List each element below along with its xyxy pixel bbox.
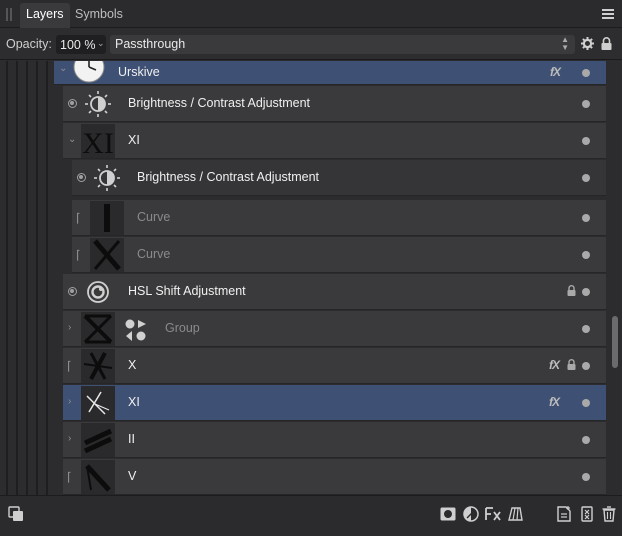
lock-icon[interactable] <box>567 359 576 370</box>
layers-list[interactable]: ⌄ Urskive fX Brightness / Contrast Adjus… <box>0 61 622 495</box>
chevron-down-icon[interactable]: ⌄ <box>97 38 105 49</box>
chevron-down-icon[interactable]: ⌄ <box>68 134 76 145</box>
bottom-toolbar <box>0 495 622 536</box>
visibility-dot[interactable] <box>582 473 590 481</box>
layer-name: II <box>128 432 135 446</box>
visibility-dot[interactable] <box>582 288 590 296</box>
adjustment-mini-icon <box>77 173 86 182</box>
visibility-dot[interactable] <box>582 214 590 222</box>
layer-row-ii[interactable]: › II <box>63 422 606 458</box>
layer-name: X <box>128 358 137 372</box>
opacity-value: 100 % <box>60 38 96 52</box>
fx-icon[interactable]: fX <box>549 358 560 372</box>
opacity-input[interactable]: 100 % ⌄ <box>56 35 106 54</box>
visibility-dot[interactable] <box>582 436 590 444</box>
chevron-right-icon[interactable]: › <box>68 396 71 407</box>
layer-thumbnail <box>81 423 115 457</box>
lock-icon[interactable] <box>601 37 612 50</box>
group-icon <box>119 312 153 346</box>
visibility-dot[interactable] <box>582 251 590 259</box>
hierarchy-stripe <box>16 61 18 495</box>
visibility-dot[interactable] <box>582 325 590 333</box>
up-down-arrows-icon: ▲ ▼ <box>561 35 569 52</box>
layer-name: Brightness / Contrast Adjustment <box>137 170 320 184</box>
assets-icon[interactable] <box>8 506 24 522</box>
layer-row-brightness-contrast-child[interactable]: Brightness / Contrast Adjustment <box>72 160 606 196</box>
curve-mini-icon: ⌈ <box>67 470 72 484</box>
layer-row-xi-selected[interactable]: › XI fX <box>63 385 606 421</box>
layer-thumbnail <box>72 61 106 84</box>
layer-thumbnail <box>90 238 124 272</box>
layer-thumbnail <box>81 460 115 494</box>
layer-thumbnail <box>81 312 115 346</box>
visibility-dot[interactable] <box>582 100 590 108</box>
adjustment-icon[interactable] <box>463 506 479 522</box>
layer-row-curve[interactable]: ⌈ Curve <box>72 237 606 273</box>
layer-row-xi[interactable]: ⌄ XI XI <box>63 123 606 159</box>
visibility-dot[interactable] <box>582 69 590 77</box>
hierarchy-stripe <box>46 61 48 495</box>
chevron-right-icon[interactable]: › <box>68 322 71 333</box>
curve-mini-icon: ⌈ <box>76 248 81 262</box>
layer-thumbnail <box>81 349 115 383</box>
layer-row-hsl-shift[interactable]: HSL Shift Adjustment <box>63 274 606 310</box>
layer-thumbnail <box>81 275 115 309</box>
layer-name: Urskive <box>118 65 160 79</box>
fx-icon[interactable]: fX <box>550 65 561 79</box>
layer-row-urskive[interactable]: ⌄ Urskive fX <box>54 61 606 85</box>
fx-icon[interactable] <box>485 506 501 522</box>
mask-layer-icon[interactable] <box>440 506 456 522</box>
scrollbar-thumb[interactable] <box>612 316 618 368</box>
layers-stack-icon[interactable] <box>507 506 523 522</box>
layer-name: Group <box>165 321 200 335</box>
trash-icon[interactable] <box>601 506 617 522</box>
layer-name: Curve <box>137 247 171 261</box>
layer-thumbnail <box>90 201 124 235</box>
layer-row-x[interactable]: ⌈ X fX <box>63 348 606 384</box>
layer-row-curve[interactable]: ⌈ Curve <box>72 200 606 236</box>
chevron-down-icon[interactable]: ⌄ <box>59 63 67 74</box>
fx-icon[interactable]: fX <box>549 395 560 409</box>
panel-grip-icon[interactable] <box>6 8 14 21</box>
layer-row-brightness-contrast[interactable]: Brightness / Contrast Adjustment <box>63 86 606 122</box>
opacity-label: Opacity: <box>6 37 52 51</box>
add-group-icon[interactable] <box>579 506 595 522</box>
panel-menu-icon[interactable] <box>602 9 614 19</box>
hierarchy-stripe <box>36 61 38 495</box>
panel-tab-bar: Layers Symbols <box>0 0 622 28</box>
layer-thumbnail: XI <box>81 124 115 158</box>
visibility-dot[interactable] <box>582 174 590 182</box>
layer-thumbnail <box>81 386 115 420</box>
layer-thumbnail <box>81 87 115 121</box>
chevron-right-icon[interactable]: › <box>68 433 71 444</box>
layer-name: Brightness / Contrast Adjustment <box>128 96 311 110</box>
curve-mini-icon: ⌈ <box>76 211 81 225</box>
hierarchy-stripe <box>26 61 28 495</box>
layer-thumbnail <box>90 161 124 195</box>
opacity-blend-row: Opacity: 100 % ⌄ Passthrough ▲ ▼ <box>0 29 622 60</box>
visibility-dot[interactable] <box>582 399 590 407</box>
curve-mini-icon: ⌈ <box>67 359 72 373</box>
layer-name: XI <box>128 395 140 409</box>
layer-name: HSL Shift Adjustment <box>128 284 246 298</box>
add-pixel-layer-icon[interactable] <box>556 506 572 522</box>
adjustment-mini-icon <box>68 99 77 108</box>
thumbnail-glyph: XI <box>82 127 114 158</box>
tab-symbols[interactable]: Symbols <box>69 3 129 28</box>
gear-icon[interactable] <box>581 37 594 50</box>
hierarchy-stripe <box>6 61 8 495</box>
adjustment-mini-icon <box>68 287 77 296</box>
lock-icon[interactable] <box>567 285 576 296</box>
visibility-dot[interactable] <box>582 362 590 370</box>
layer-name: V <box>128 469 137 483</box>
layer-name: XI <box>128 133 140 147</box>
tab-layers[interactable]: Layers <box>20 3 70 28</box>
layer-row-v[interactable]: ⌈ V <box>63 459 606 495</box>
layer-row-group[interactable]: › Group <box>63 311 606 347</box>
visibility-dot[interactable] <box>582 137 590 145</box>
blend-mode-select[interactable]: Passthrough ▲ ▼ <box>110 35 575 54</box>
layer-name: Curve <box>137 210 171 224</box>
blend-mode-value: Passthrough <box>115 37 186 51</box>
